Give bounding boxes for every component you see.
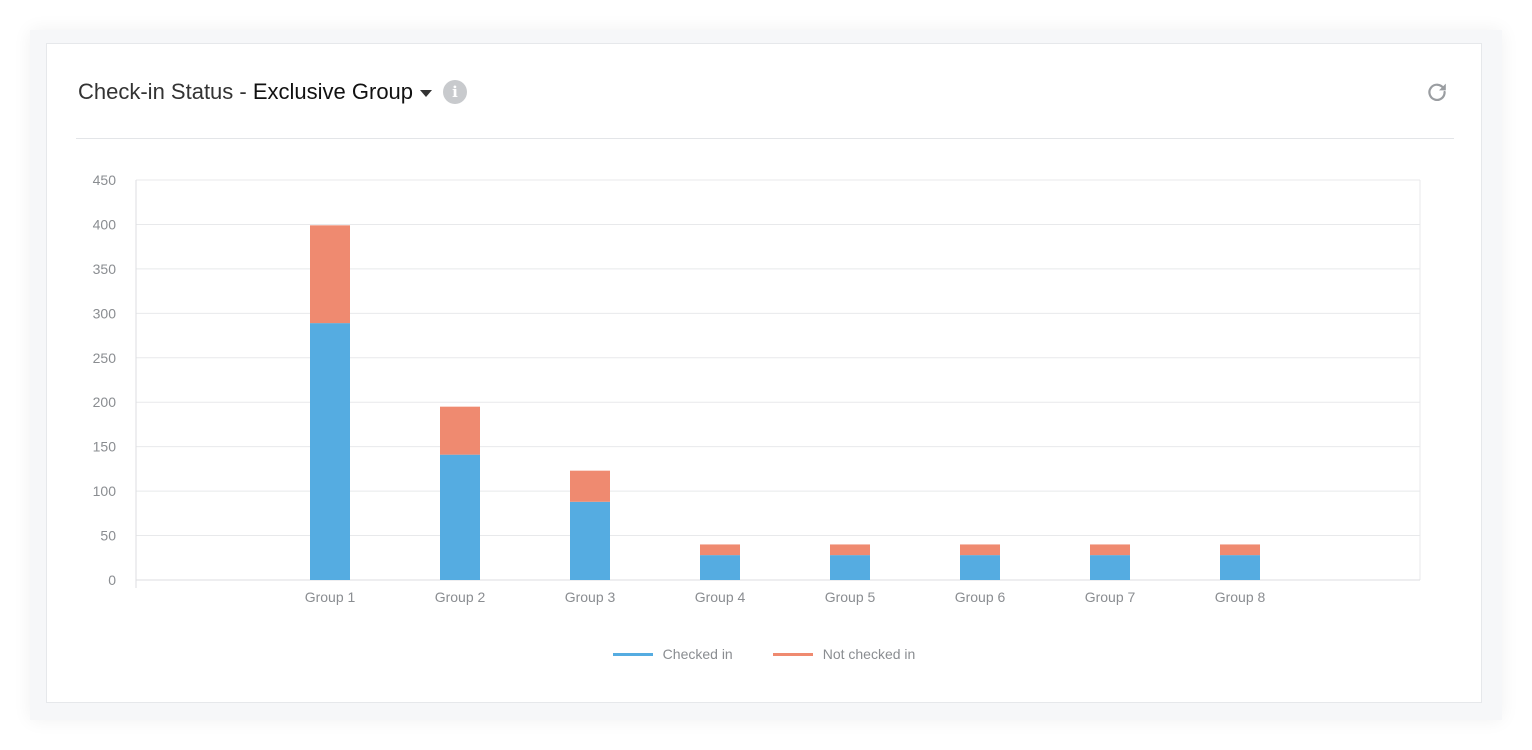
- y-tick-label: 250: [93, 350, 117, 366]
- bar-not-checked-in[interactable]: [960, 544, 1000, 556]
- bar-checked-in[interactable]: [570, 501, 610, 580]
- x-tick-label: Group 6: [955, 589, 1006, 605]
- y-tick-label: 450: [93, 172, 117, 188]
- legend-item[interactable]: Checked in: [612, 646, 733, 662]
- y-tick-label: 0: [108, 572, 116, 588]
- bar-not-checked-in[interactable]: [1220, 544, 1260, 556]
- bar-not-checked-in[interactable]: [830, 544, 870, 556]
- bar-not-checked-in[interactable]: [570, 470, 610, 502]
- check-in-status-card: Check-in Status - Exclusive Group i 0 50 1…: [46, 43, 1482, 703]
- legend-label: Checked in: [662, 646, 733, 662]
- y-tick-label: 100: [93, 483, 117, 499]
- stacked-bar-chart: 0 50 100 150 200 250 300 350 400 450 Group 1 Group …: [93, 172, 1421, 605]
- y-tick-label: 200: [93, 394, 117, 410]
- x-tick-label: Group 2: [435, 589, 486, 605]
- legend-swatch: [772, 652, 813, 656]
- y-tick-label: 400: [93, 216, 117, 232]
- legend-label: Not checked in: [822, 646, 916, 662]
- widget-container: Check-in Status - Exclusive Group i 0 50 1…: [30, 30, 1502, 720]
- bar-checked-in[interactable]: [440, 454, 480, 580]
- y-tick-label: 300: [93, 305, 117, 321]
- legend-swatch: [612, 652, 653, 656]
- x-tick-label: Group 4: [695, 589, 746, 605]
- bar-not-checked-in[interactable]: [700, 544, 740, 556]
- x-tick-label: Group 8: [1215, 589, 1266, 605]
- chart-legend: Checked in Not checked in: [47, 646, 1481, 662]
- y-tick-label: 150: [93, 439, 117, 455]
- bar-checked-in[interactable]: [1090, 555, 1130, 580]
- x-tick-label: Group 5: [825, 589, 876, 605]
- bar-not-checked-in[interactable]: [1090, 544, 1130, 556]
- y-tick-label: 50: [100, 528, 116, 544]
- bar-checked-in[interactable]: [700, 555, 740, 580]
- bar-checked-in[interactable]: [960, 555, 1000, 580]
- y-tick-label: 350: [93, 261, 117, 277]
- bar-checked-in[interactable]: [310, 323, 350, 580]
- bar-not-checked-in[interactable]: [440, 406, 480, 455]
- bar-checked-in[interactable]: [1220, 555, 1260, 580]
- x-tick-label: Group 1: [305, 589, 356, 605]
- bar-checked-in[interactable]: [830, 555, 870, 580]
- legend-item[interactable]: Not checked in: [772, 646, 916, 662]
- x-tick-label: Group 7: [1085, 589, 1136, 605]
- bar-not-checked-in[interactable]: [310, 225, 350, 324]
- x-tick-label: Group 3: [565, 589, 616, 605]
